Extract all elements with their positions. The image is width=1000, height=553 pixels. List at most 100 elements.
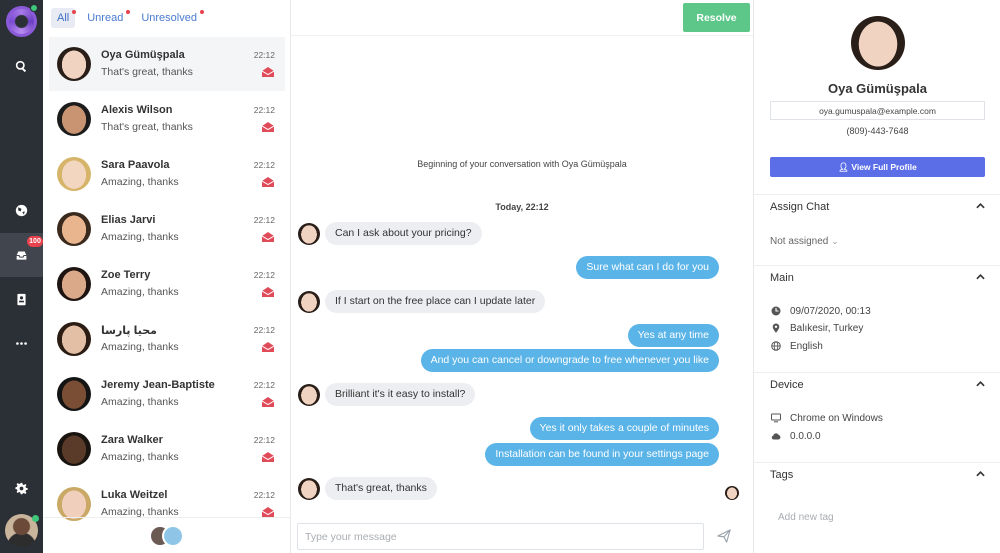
agent-message-bubble: Yes it only takes a couple of minutes	[529, 417, 719, 440]
conversation-item[interactable]: Zara Walker Amazing, thanks 22:12	[49, 422, 285, 476]
last-message-preview: Amazing, thanks	[101, 396, 179, 408]
device-section-header[interactable]: Device	[754, 372, 1000, 396]
contact-name: Oya Gümüşpala	[101, 49, 185, 61]
search-icon[interactable]	[0, 54, 43, 78]
conversation-start-note: Beginning of your conversation with Oya …	[417, 159, 627, 169]
contact-avatar	[57, 267, 91, 301]
last-message-preview: Amazing, thanks	[101, 286, 179, 298]
tags-section-title: Tags	[770, 469, 794, 481]
message-time: 22:12	[253, 435, 275, 445]
assign-chat-header[interactable]: Assign Chat	[754, 194, 1000, 218]
open-mail-icon	[262, 342, 274, 352]
contact-name: Elias Jarvi	[101, 214, 156, 226]
view-full-profile-button[interactable]: 👤︎ View Full Profile	[770, 157, 985, 177]
more-icon[interactable]	[0, 331, 43, 355]
contacts-icon[interactable]	[0, 287, 43, 311]
seen-avatar	[725, 486, 739, 500]
agent-message-bubble: Sure what can I do for you	[576, 256, 719, 279]
conversation-filters: All Unread Unresolved	[43, 0, 290, 36]
location-pin-icon	[770, 322, 782, 334]
ip-value: 0.0.0.0	[790, 430, 821, 442]
tags-section-header[interactable]: Tags	[754, 462, 1000, 486]
cloud-icon	[770, 430, 782, 442]
device-section-title: Device	[770, 379, 804, 391]
chevron-up-icon	[976, 274, 985, 280]
main-section-header[interactable]: Main	[754, 265, 1000, 289]
location-row: Balıkesir, Turkey	[770, 321, 863, 335]
conversation-item[interactable]: Alexis Wilson That's great, thanks 22:12	[49, 92, 285, 146]
conversation-list-panel: All Unread Unresolved Oya Gümüşpala That…	[43, 0, 291, 553]
add-tag-input[interactable]	[770, 508, 985, 526]
filter-unread-dot	[126, 10, 131, 14]
contact-name: Luka Weitzel	[101, 489, 168, 501]
unread-count-badge: 100	[27, 236, 43, 247]
agent-message-bubble: Yes at any time	[627, 324, 719, 347]
conversation-item[interactable]: Jeremy Jean-Baptiste Amazing, thanks 22:…	[49, 367, 285, 421]
visitor-message-bubble: That's great, thanks	[325, 477, 437, 500]
visitor-avatar	[298, 384, 320, 406]
message-time: 22:12	[253, 105, 275, 115]
browser-row: Chrome on Windows	[770, 411, 883, 425]
open-mail-icon	[262, 287, 274, 297]
contact-avatar	[57, 322, 91, 356]
open-mail-icon	[262, 232, 274, 242]
assign-dropdown[interactable]: Not assigned ⌄	[770, 236, 839, 247]
agent-message-bubble: And you can cancel or downgrade to free …	[420, 349, 719, 372]
profile-name: Oya Gümüşpala	[828, 81, 927, 96]
open-mail-icon	[262, 67, 274, 77]
contact-name: Alexis Wilson	[101, 104, 173, 116]
online-status-dot	[30, 4, 38, 12]
browser-value: Chrome on Windows	[790, 412, 883, 424]
filter-unresolved-label: Unresolved	[141, 12, 197, 24]
profile-email-field[interactable]	[770, 101, 985, 120]
message-input[interactable]	[297, 523, 704, 550]
contact-name: Sara Paavola	[101, 159, 170, 171]
filter-unread[interactable]: Unread	[81, 8, 131, 28]
send-icon[interactable]	[717, 529, 731, 543]
conversation-item[interactable]: محیا پارسا Amazing, thanks 22:12	[49, 312, 285, 366]
contact-avatar	[57, 377, 91, 411]
message-time: 22:12	[253, 325, 275, 335]
clock-icon	[770, 305, 782, 317]
team-avatars[interactable]	[149, 525, 185, 547]
main-section-title: Main	[770, 272, 794, 284]
contact-avatar	[57, 212, 91, 246]
resolve-button[interactable]: Resolve	[683, 3, 750, 32]
visitor-message-bubble: Brilliant it's it easy to install?	[325, 383, 476, 406]
day-separator: Today, 22:12	[495, 202, 549, 212]
nav-rail: 100	[0, 0, 43, 553]
contact-avatar	[57, 432, 91, 466]
open-mail-icon	[262, 122, 274, 132]
conversation-item[interactable]: Sara Paavola Amazing, thanks 22:12	[49, 147, 285, 201]
globe-icon	[770, 340, 782, 352]
visitor-avatar	[298, 223, 320, 245]
view-full-profile-label: View Full Profile	[851, 161, 917, 172]
contact-avatar	[57, 47, 91, 81]
filter-unresolved[interactable]: Unresolved	[135, 8, 204, 28]
message-time: 22:12	[253, 50, 275, 60]
agent-message-bubble: Installation can be found in your settin…	[485, 443, 719, 466]
conversation-item[interactable]: Elias Jarvi Amazing, thanks 22:12	[49, 202, 285, 256]
message-time: 22:12	[253, 160, 275, 170]
contact-name: Zara Walker	[101, 434, 163, 446]
conversation-item[interactable]: Zoe Terry Amazing, thanks 22:12	[49, 257, 285, 311]
open-mail-icon	[262, 507, 274, 517]
datetime-value: 09/07/2020, 00:13	[790, 305, 871, 317]
profile-panel: Oya Gümüşpala (809)-443-7648 👤︎ View Ful…	[753, 0, 1000, 553]
filter-unresolved-dot	[199, 10, 204, 14]
message-time: 22:12	[253, 380, 275, 390]
globe-icon[interactable]	[0, 198, 43, 222]
chevron-up-icon	[976, 381, 985, 387]
profile-avatar	[851, 16, 905, 70]
contact-name: Jeremy Jean-Baptiste	[101, 379, 215, 391]
visitor-message-bubble: If I start on the free place can I updat…	[325, 290, 546, 313]
assign-value: Not assigned	[770, 236, 829, 247]
settings-icon[interactable]	[0, 476, 43, 500]
last-message-preview: Amazing, thanks	[101, 341, 179, 353]
visitor-avatar	[298, 291, 320, 313]
conversation-item[interactable]: Oya Gümüşpala That's great, thanks 22:12	[49, 37, 285, 91]
monitor-icon	[770, 412, 782, 424]
filter-all[interactable]: All	[51, 8, 77, 28]
contact-avatar	[57, 157, 91, 191]
contact-name: محیا پارسا	[101, 325, 157, 337]
